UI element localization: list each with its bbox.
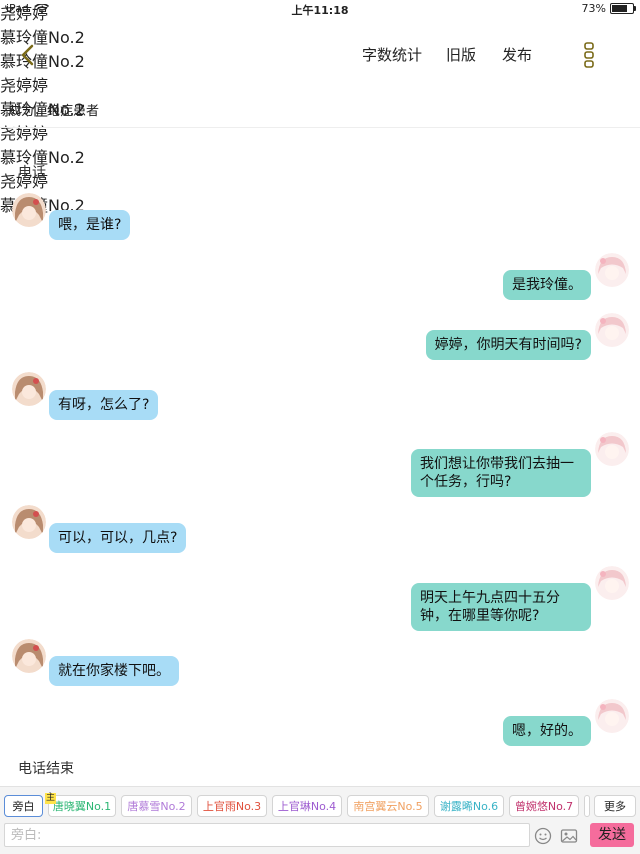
sender-name: 尧婷婷 (0, 124, 49, 143)
character-5[interactable]: 南宫翼云No.5 (347, 795, 429, 817)
message-bubble[interactable]: 婷婷，你明天有时间吗? (425, 330, 591, 360)
message-bubble[interactable]: 就在你家楼下吧。 (49, 656, 179, 686)
character-label: 上官琳No.4 (277, 800, 337, 813)
character-2[interactable]: 唐慕雪No.2 (121, 795, 192, 817)
avatar[interactable] (12, 193, 46, 227)
character-7[interactable]: 曾婉悠No.7 (509, 795, 579, 817)
character-label: 上官雨No.3 (202, 800, 262, 813)
message-right[interactable]: 慕玲僮No.2 明天上午九点四十五分钟，在哪里等你呢? (0, 144, 640, 631)
more-characters-button[interactable]: 更多 (594, 795, 636, 817)
message-input[interactable]: 旁白: (4, 823, 530, 847)
dot-marker: · (18, 130, 23, 145)
message-left[interactable]: 尧婷婷 就在你家楼下吧。 (0, 168, 640, 686)
word-count-button[interactable]: 字数统计 (362, 44, 422, 65)
image-icon[interactable] (560, 827, 578, 845)
publish-button[interactable]: 发布 (502, 44, 532, 65)
nav-bar: 字数统计 旧版 发布 (0, 28, 640, 80)
message-left[interactable]: 尧婷婷 可以，可以，几点? (0, 120, 640, 553)
avatar[interactable] (12, 639, 46, 673)
clock: 上午11:18 (291, 4, 349, 17)
narration-start[interactable]: 电话 (18, 162, 46, 182)
more-vertical-icon[interactable] (582, 42, 596, 68)
sender-name: 尧婷婷 (0, 172, 49, 191)
emoji-icon[interactable] (534, 827, 552, 845)
message-bubble[interactable]: 有呀，怎么了? (49, 390, 159, 420)
battery-icon (610, 3, 636, 14)
character-3[interactable]: 上官雨No.3 (197, 795, 267, 817)
message-bubble[interactable]: 我们想让你带我们去抽一个任务，行吗? (411, 449, 591, 497)
sender-name: 慕玲僮No.2 (0, 148, 85, 167)
avatar[interactable] (595, 253, 629, 287)
character-6[interactable]: 谢露晞No.6 (434, 795, 504, 817)
character-label: 唐慕雪No.2 (127, 800, 186, 813)
avatar[interactable] (595, 699, 629, 733)
message-bubble[interactable]: 明天上午九点四十五分钟，在哪里等你呢? (411, 583, 591, 631)
avatar[interactable] (12, 505, 46, 539)
back-arrow-icon[interactable] (16, 42, 42, 68)
narration-end[interactable]: 电话结束 (18, 758, 74, 778)
character-label: 曾婉悠No.7 (514, 800, 574, 813)
old-version-button[interactable]: 旧版 (446, 44, 476, 65)
send-button[interactable]: 发送 (590, 823, 634, 847)
character-label: 唐晓翼No.1 (52, 800, 112, 813)
character-label: 谢露晞No.6 (439, 800, 499, 813)
host-badge: 主 (45, 793, 57, 804)
character-label: 南宫翼云No.5 (353, 800, 423, 813)
battery-percent: 73% (581, 2, 606, 15)
message-bubble[interactable]: 可以，可以，几点? (49, 523, 187, 553)
character-1[interactable]: 唐晓翼No.1 (48, 795, 116, 817)
chapter-title: 成为，绝症患者 (8, 104, 100, 119)
character-label: 旁白 (12, 800, 35, 813)
avatar[interactable] (595, 313, 629, 347)
character-8-partial[interactable] (584, 795, 590, 817)
status-bar: iPad 上午11:18 73% (0, 0, 640, 18)
divider (0, 127, 640, 128)
avatar[interactable] (595, 432, 629, 466)
message-bubble[interactable]: 是我玲僮。 (503, 270, 591, 300)
avatar[interactable] (595, 566, 629, 600)
message-bubble[interactable]: 喂，是谁? (49, 210, 131, 240)
character-4[interactable]: 上官琳No.4 (272, 795, 342, 817)
composer: 旁白 唐晓翼No.1 主 唐慕雪No.2 上官雨No.3 上官琳No.4 南宫翼… (0, 786, 640, 854)
character-narrator[interactable]: 旁白 (4, 795, 43, 817)
avatar[interactable] (12, 372, 46, 406)
message-bubble[interactable]: 嗯，好的。 (503, 716, 591, 746)
